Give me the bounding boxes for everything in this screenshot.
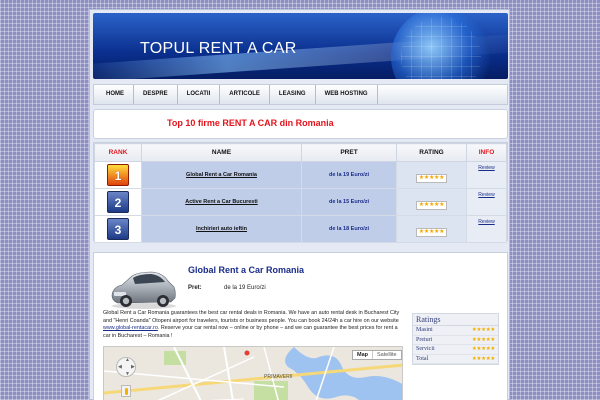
map-type-map[interactable]: Map (353, 351, 372, 359)
ratings-title: Ratings (413, 314, 498, 326)
company-description: Global Rent a Car Romania guarantees the… (103, 310, 403, 340)
company-detail-panel: Global Rent a Car Romania Pret: de la 19… (93, 252, 508, 400)
nav-item-leasing[interactable]: LEASING (270, 85, 316, 104)
rating-row: Preturi ★★★★★ (413, 336, 498, 345)
nav-item-locatii[interactable]: LOCATII (178, 85, 221, 104)
nav-item-despre[interactable]: DESPRE (134, 85, 178, 104)
rating-label: Servicii (416, 346, 435, 352)
pan-control[interactable]: ▲ ▼ ◀ ▶ (116, 357, 136, 377)
top-heading-box: Top 10 firme RENT A CAR din Romania (93, 109, 508, 139)
ranking-table: RANK NAME PRET RATING INFO 1 Global Rent… (93, 142, 508, 243)
location-map[interactable]: ▲ ▼ ◀ ▶ PRIMAVERII Map Satellite (103, 346, 403, 400)
table-row: 2 Active Rent a Car Bucuresti de la 15 E… (94, 188, 507, 216)
street-view-icon[interactable] (121, 385, 131, 397)
rating-row: Servicii ★★★★★ (413, 345, 498, 355)
price-text: de la 15 Euro/zi (328, 199, 370, 205)
map-type-toggle: Map Satellite (352, 350, 402, 360)
rating-label: Masini (416, 327, 433, 333)
star-rating: ★★★★★ (415, 200, 448, 210)
description-text: Global Rent a Car Romania guarantees the… (103, 310, 400, 324)
rating-row: Masini ★★★★★ (413, 326, 498, 336)
rating-row: Total ★★★★★ (413, 355, 498, 364)
car-image (111, 271, 176, 309)
rating-label: Total (416, 355, 429, 362)
column-header-rank: RANK (94, 143, 142, 162)
star-rating: ★★★★★ (415, 227, 448, 237)
page-container: TOPUL RENT A CAR HOME DESPRE LOCATII ART… (89, 9, 510, 400)
review-link[interactable]: Review (478, 165, 494, 171)
price-text: de la 18 Euro/zi (328, 226, 370, 232)
column-header-name: NAME (141, 143, 302, 162)
column-header-price: PRET (301, 143, 397, 162)
company-link[interactable]: Inchirieri auto ieftin (196, 226, 247, 232)
rating-label: Preturi (416, 336, 433, 343)
map-type-satellite[interactable]: Satellite (372, 351, 401, 359)
company-link[interactable]: Global Rent a Car Romania (186, 172, 257, 178)
rank-badge: 3 (107, 218, 129, 240)
price-text: de la 19 Euro/zi (328, 172, 370, 178)
nav-item-home[interactable]: HOME (97, 85, 134, 104)
table-row: 3 Inchirieri auto ieftin de la 18 Euro/z… (94, 215, 507, 243)
company-link[interactable]: Active Rent a Car Bucuresti (185, 199, 257, 205)
site-header: TOPUL RENT A CAR (93, 13, 508, 79)
price-value: de la 19 Euro/zi (224, 285, 266, 291)
ratings-box: Ratings Masini ★★★★★ Preturi ★★★★★ Servici… (412, 313, 499, 365)
price-label: Pret: (188, 285, 202, 291)
star-rating: ★★★★★ (471, 346, 495, 352)
column-header-rating: RATING (396, 143, 467, 162)
nav-item-web-hosting[interactable]: WEB HOSTING (316, 85, 378, 104)
star-rating: ★★★★★ (471, 355, 495, 362)
detail-title: Global Rent a Car Romania (188, 265, 305, 275)
page-heading: Top 10 firme RENT A CAR din Romania (167, 118, 334, 128)
rank-badge: 2 (107, 191, 129, 213)
star-rating: ★★★★★ (471, 336, 495, 343)
table-header-row: RANK NAME PRET RATING INFO (94, 143, 507, 162)
star-rating: ★★★★★ (415, 173, 448, 183)
site-title[interactable]: TOPUL RENT A CAR (140, 40, 297, 58)
nav-item-articole[interactable]: ARTICOLE (220, 85, 270, 104)
rank-badge: 1 (107, 164, 129, 186)
website-link[interactable]: www.global-rentacar.ro (103, 325, 158, 331)
map-place-label: PRIMAVERII (264, 374, 293, 380)
star-rating: ★★★★★ (471, 327, 495, 333)
review-link[interactable]: Review (478, 219, 494, 225)
main-nav: HOME DESPRE LOCATII ARTICOLE LEASING WEB… (93, 84, 508, 105)
table-row: 1 Global Rent a Car Romania de la 19 Eur… (94, 161, 507, 189)
globe-graphic (391, 13, 491, 79)
review-link[interactable]: Review (478, 192, 494, 198)
column-header-info: INFO (466, 143, 507, 162)
